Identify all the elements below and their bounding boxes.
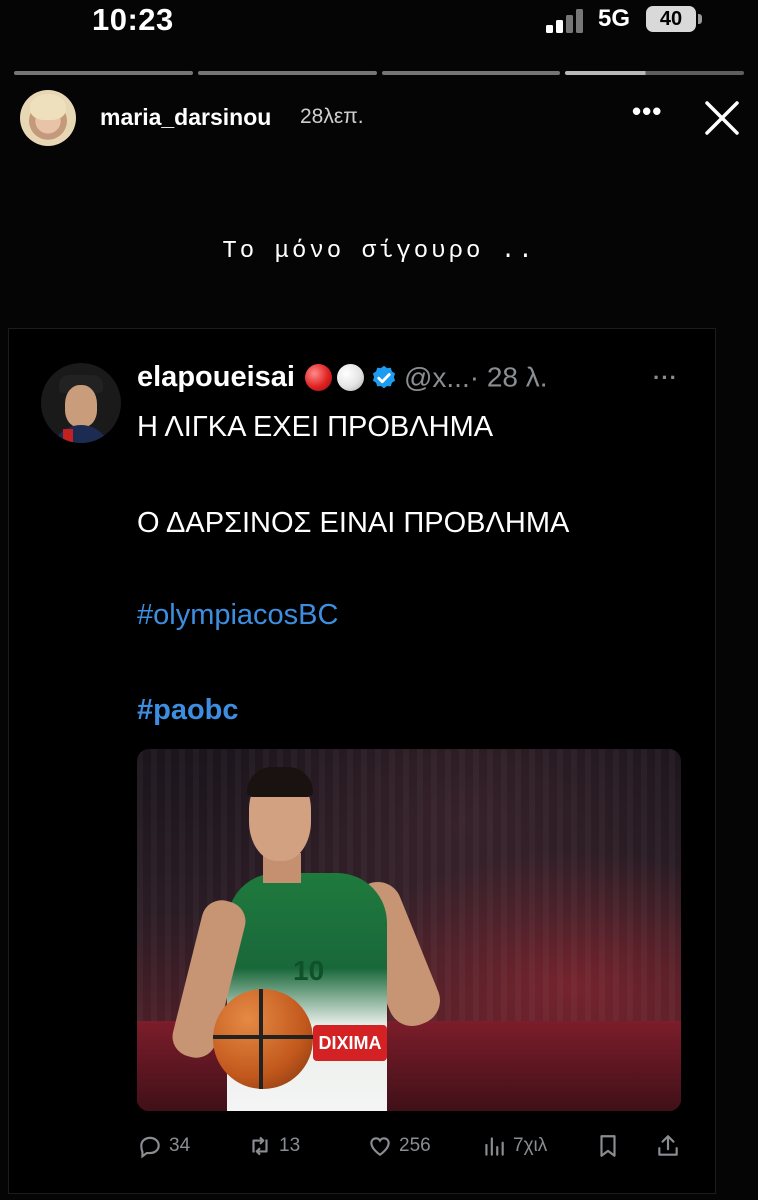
jersey-sponsor: DIXIMA [313,1025,387,1061]
avatar-detail-shape [63,429,73,443]
story-header: maria_darsinou 28λεπ. ••• [0,88,758,148]
network-type: 5G [598,5,631,32]
reply-icon [140,1136,160,1159]
battery-icon: 40 [646,6,696,32]
status-time: 10:23 [92,2,174,37]
tweet-header: elapoueisai @x...· 28 λ. [137,361,697,401]
progress-segment [14,71,193,75]
progress-segment [197,71,377,75]
share-action [655,1129,681,1163]
views-count: 7χιλ [513,1135,548,1156]
reply-count: 34 [169,1135,191,1156]
tweet-text-line: Ο ΔΑΡΣΙΝΟΣ ΕΙΝΑΙ ΠΡΟΒΛΗΜΑ [137,507,570,539]
close-icon[interactable] [704,100,740,136]
tweet-time: · 28 λ. [469,361,548,393]
progress-segment-active [565,71,744,75]
avatar-body-shape [51,425,111,443]
status-bar: 10:23 5G 40 [0,0,758,48]
retweet-count: 13 [279,1135,301,1156]
views-chart-icon [485,1137,504,1156]
like-count: 256 [399,1135,431,1156]
reply-action: 34 [137,1129,190,1163]
red-circle-emoji-icon [304,364,332,391]
story-username[interactable]: maria_darsinou [100,104,271,131]
profile-avatar[interactable] [20,90,76,146]
retweet-icon [252,1136,268,1156]
like-action: 256 [367,1129,431,1163]
tweet-screenshot: elapoueisai @x...· 28 λ. ··· Η ΛΙΓΚΑ ΕΧΕΙ… [8,328,716,1194]
player-hair [247,767,313,797]
tweet-media-photo: 10 DIXIMA [137,749,681,1111]
tweet-text-line: Η ΛΙΓΚΑ ΕΧΕΙ ΠΡΟΒΛΗΜΑ [137,411,494,443]
story-progress [14,71,744,75]
progress-segment [381,71,561,75]
tweet-avatar [41,363,121,443]
more-options-button[interactable]: ••• [632,96,662,127]
story-time: 28λεπ. [300,105,364,128]
signal-icon [546,9,583,33]
bookmark-action [595,1129,621,1163]
views-action: 7χιλ [481,1129,547,1163]
tweet-actions: 34 13 256 7χιλ [137,1129,697,1163]
tweet-handle: @x... [403,361,470,393]
tweet-hashtag: #paobc [137,694,239,726]
share-icon [658,1135,678,1156]
avatar-face-shape [65,385,97,427]
tweet-display-name: elapoueisai [137,361,295,393]
basketball-icon [213,989,313,1089]
tweet-hashtag: #olympiacosBC [137,599,339,631]
story-caption: Το μόνο σίγουρο .. [222,238,536,265]
retweet-action: 13 [247,1129,300,1163]
verified-badge-icon [372,365,396,388]
jersey-number: 10 [293,955,325,986]
tweet-more-icon: ··· [653,365,678,390]
battery-cap [698,14,702,24]
white-circle-emoji-icon [336,364,364,391]
heart-icon [370,1137,390,1156]
bookmark-icon [600,1135,616,1157]
